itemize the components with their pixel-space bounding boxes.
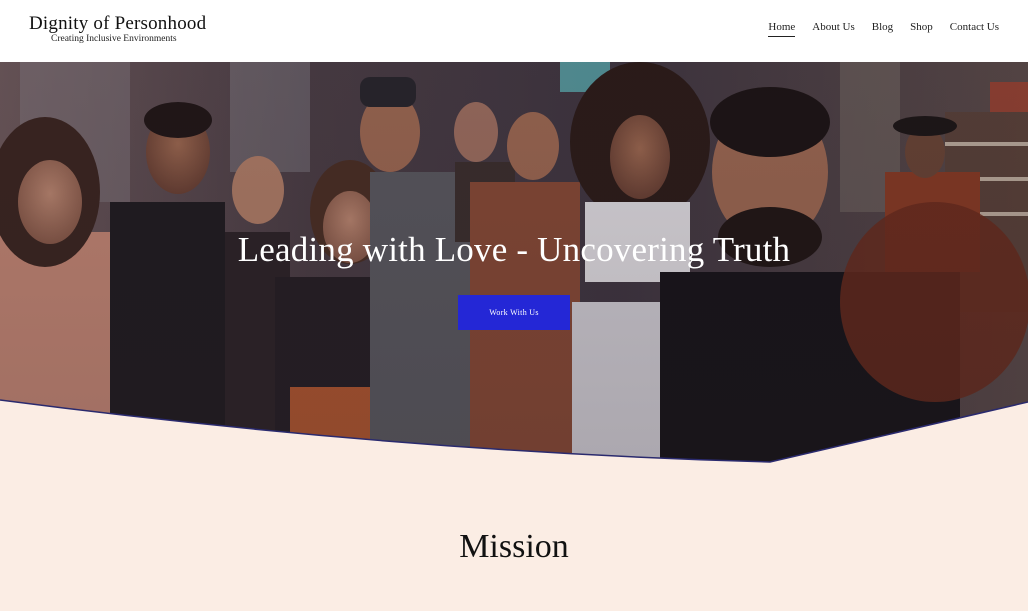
nav-blog-link[interactable]: Blog [872, 21, 893, 37]
main-nav: Home About Us Blog Shop Contact Us [768, 21, 999, 37]
brand-logo[interactable]: Dignity of Personhood Creating Inclusive… [29, 14, 206, 45]
mission-heading: Mission [459, 528, 569, 565]
site-tagline: Creating Inclusive Environments [51, 34, 177, 44]
nav-about-link[interactable]: About Us [812, 21, 854, 37]
site-header: Dignity of Personhood Creating Inclusive… [0, 0, 1028, 62]
hero-section: Leading with Love - Uncovering Truth Wor… [0, 62, 1028, 464]
nav-shop-link[interactable]: Shop [910, 21, 933, 37]
nav-home-link[interactable]: Home [768, 21, 796, 37]
work-with-us-button[interactable]: Work With Us [458, 295, 570, 330]
site-title[interactable]: Dignity of Personhood [29, 14, 206, 34]
hero-headline: Leading with Love - Uncovering Truth [237, 230, 791, 269]
nav-contact-link[interactable]: Contact Us [950, 21, 999, 37]
